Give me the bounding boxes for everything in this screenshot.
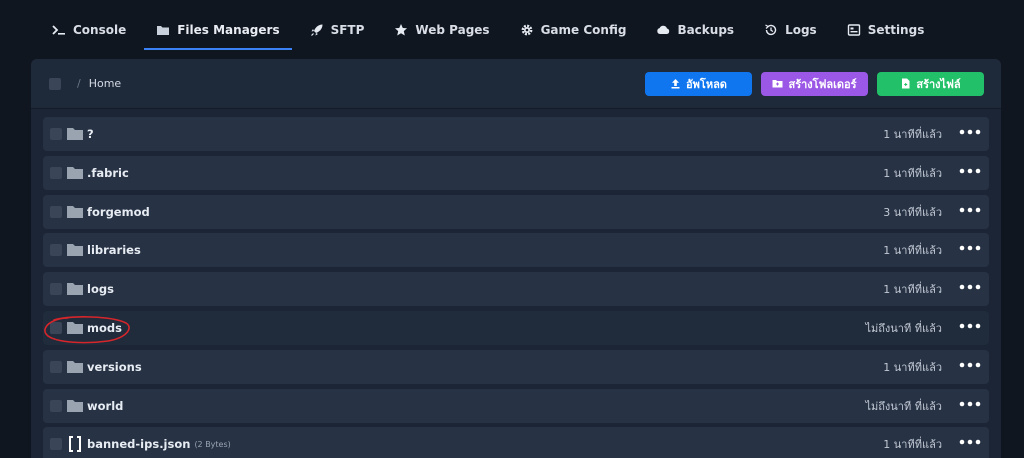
breadcrumb-separator: / [77, 77, 81, 90]
folder-icon [66, 282, 84, 296]
tab-label: Game Config [540, 23, 627, 37]
toolbar-actions: อัพโหลด สร้างโฟลเดอร์ สร้างไฟล์ [645, 71, 1001, 96]
folder-icon [66, 166, 84, 180]
row-checkbox[interactable] [50, 399, 62, 412]
file-name: forgemod [87, 204, 150, 219]
folder-plus-icon [772, 80, 783, 88]
file-name: libraries [87, 243, 141, 258]
file-modified: 1 นาทีที่แล้ว [883, 244, 942, 258]
cloud-icon [656, 23, 670, 37]
file-name: logs [87, 282, 114, 297]
file-row[interactable]: versions 1 นาทีที่แล้ว [43, 349, 989, 384]
terminal-icon [52, 23, 66, 37]
more-options-icon[interactable] [959, 207, 981, 217]
star-icon [394, 23, 408, 37]
new-folder-label: สร้างโฟลเดอร์ [788, 78, 857, 91]
row-checkbox[interactable] [50, 128, 62, 140]
file-modified: ไม่ถึงนาที ที่แล้ว [865, 399, 942, 413]
select-all-checkbox[interactable] [49, 77, 61, 90]
tab-backups[interactable]: Backups [644, 8, 746, 52]
file-row[interactable]: logs 1 นาทีที่แล้ว [43, 272, 989, 307]
file-row[interactable]: mods ไม่ถึงนาที ที่แล้ว [43, 310, 989, 345]
upload-icon [671, 79, 680, 89]
file-name: banned-ips.json [87, 437, 191, 452]
tab-game-config[interactable]: Game Config [508, 8, 639, 52]
new-folder-button[interactable]: สร้างโฟลเดอร์ [761, 71, 868, 96]
file-plus-icon [902, 78, 910, 89]
file-modified: 1 นาทีที่แล้ว [883, 166, 942, 180]
breadcrumb-home[interactable]: Home [89, 77, 121, 90]
file-modified: 1 นาทีที่แล้ว [883, 438, 942, 452]
more-options-icon[interactable] [959, 129, 981, 139]
file-row[interactable]: libraries 1 นาทีที่แล้ว [43, 233, 989, 268]
tab-files-managers[interactable]: Files Managers [144, 8, 292, 52]
settings-panel-icon [847, 23, 861, 37]
file-modified: ไม่ถึงนาที ที่แล้ว [865, 321, 942, 335]
tab-label: Files Managers [177, 23, 280, 37]
tab-label: Backups [677, 23, 735, 37]
tab-label: Console [73, 23, 127, 37]
file-row[interactable]: .fabric 1 นาทีที่แล้ว [43, 155, 989, 190]
row-checkbox[interactable] [50, 283, 62, 296]
tab-web-pages[interactable]: Web Pages [382, 8, 501, 52]
folder-icon [66, 321, 84, 335]
file-row[interactable]: banned-ips.json (2 Bytes) 1 นาทีที่แล้ว [43, 427, 989, 458]
tab-label: Web Pages [415, 23, 490, 37]
more-options-icon[interactable] [959, 323, 981, 333]
file-name: mods [87, 320, 122, 335]
upload-button[interactable]: อัพโหลด [645, 71, 752, 96]
folder-icon [66, 399, 84, 413]
folder-icon [66, 360, 84, 374]
file-modified: 1 นาทีที่แล้ว [883, 283, 942, 297]
more-options-icon[interactable] [959, 168, 981, 178]
file-row[interactable]: ? 1 นาทีที่แล้ว [43, 117, 989, 151]
row-checkbox[interactable] [50, 360, 62, 373]
history-icon [764, 23, 778, 37]
file-name: world [87, 398, 124, 413]
top-nav: Console Files Managers SFTP Web Pages Ga… [0, 0, 1024, 58]
tab-console[interactable]: Console [40, 8, 138, 52]
upload-label: อัพโหลด [686, 78, 727, 91]
tab-sftp[interactable]: SFTP [298, 8, 377, 52]
folder-icon [66, 127, 84, 141]
file-name: .fabric [87, 165, 129, 180]
more-options-icon[interactable] [959, 401, 981, 411]
file-row[interactable]: forgemod 3 นาทีที่แล้ว [43, 194, 989, 229]
tab-label: Logs [785, 23, 817, 37]
tab-label: SFTP [330, 23, 365, 37]
row-checkbox[interactable] [50, 438, 62, 451]
tab-settings[interactable]: Settings [835, 8, 937, 52]
file-modified: 1 นาทีที่แล้ว [883, 360, 942, 374]
tab-label: Settings [867, 23, 925, 37]
file-modified: 1 นาทีที่แล้ว [883, 128, 942, 141]
file-manager-panel: / Home อัพโหลด สร้างโฟลเดอร์ สร้างไฟล์ ?… [31, 59, 1001, 458]
json-file-icon [66, 436, 84, 453]
file-size: (2 Bytes) [194, 439, 231, 449]
folder-icon [66, 243, 84, 257]
file-name: ? [87, 127, 94, 141]
row-checkbox[interactable] [50, 244, 62, 257]
new-file-button[interactable]: สร้างไฟล์ [877, 71, 984, 96]
file-row[interactable]: world ไม่ถึงนาที ที่แล้ว [43, 388, 989, 423]
folder-icon [156, 23, 170, 37]
row-checkbox[interactable] [50, 321, 62, 334]
more-options-icon[interactable] [959, 245, 981, 255]
more-options-icon[interactable] [959, 362, 981, 372]
file-toolbar: / Home อัพโหลด สร้างโฟลเดอร์ สร้างไฟล์ [31, 59, 1001, 109]
gear-icon [520, 23, 534, 37]
breadcrumb: / Home [73, 77, 121, 90]
more-options-icon[interactable] [959, 284, 981, 294]
rocket-icon [310, 23, 324, 37]
file-name: versions [87, 359, 142, 374]
folder-icon [66, 205, 84, 219]
tab-logs[interactable]: Logs [752, 8, 829, 52]
more-options-icon[interactable] [959, 439, 981, 449]
new-file-label: สร้างไฟล์ [916, 78, 961, 91]
file-list: ? 1 นาทีที่แล้ว .fabric 1 นาทีที่แล้ว fo… [31, 109, 1001, 458]
row-checkbox[interactable] [50, 205, 62, 218]
row-checkbox[interactable] [50, 166, 62, 179]
file-modified: 3 นาทีที่แล้ว [883, 205, 942, 219]
